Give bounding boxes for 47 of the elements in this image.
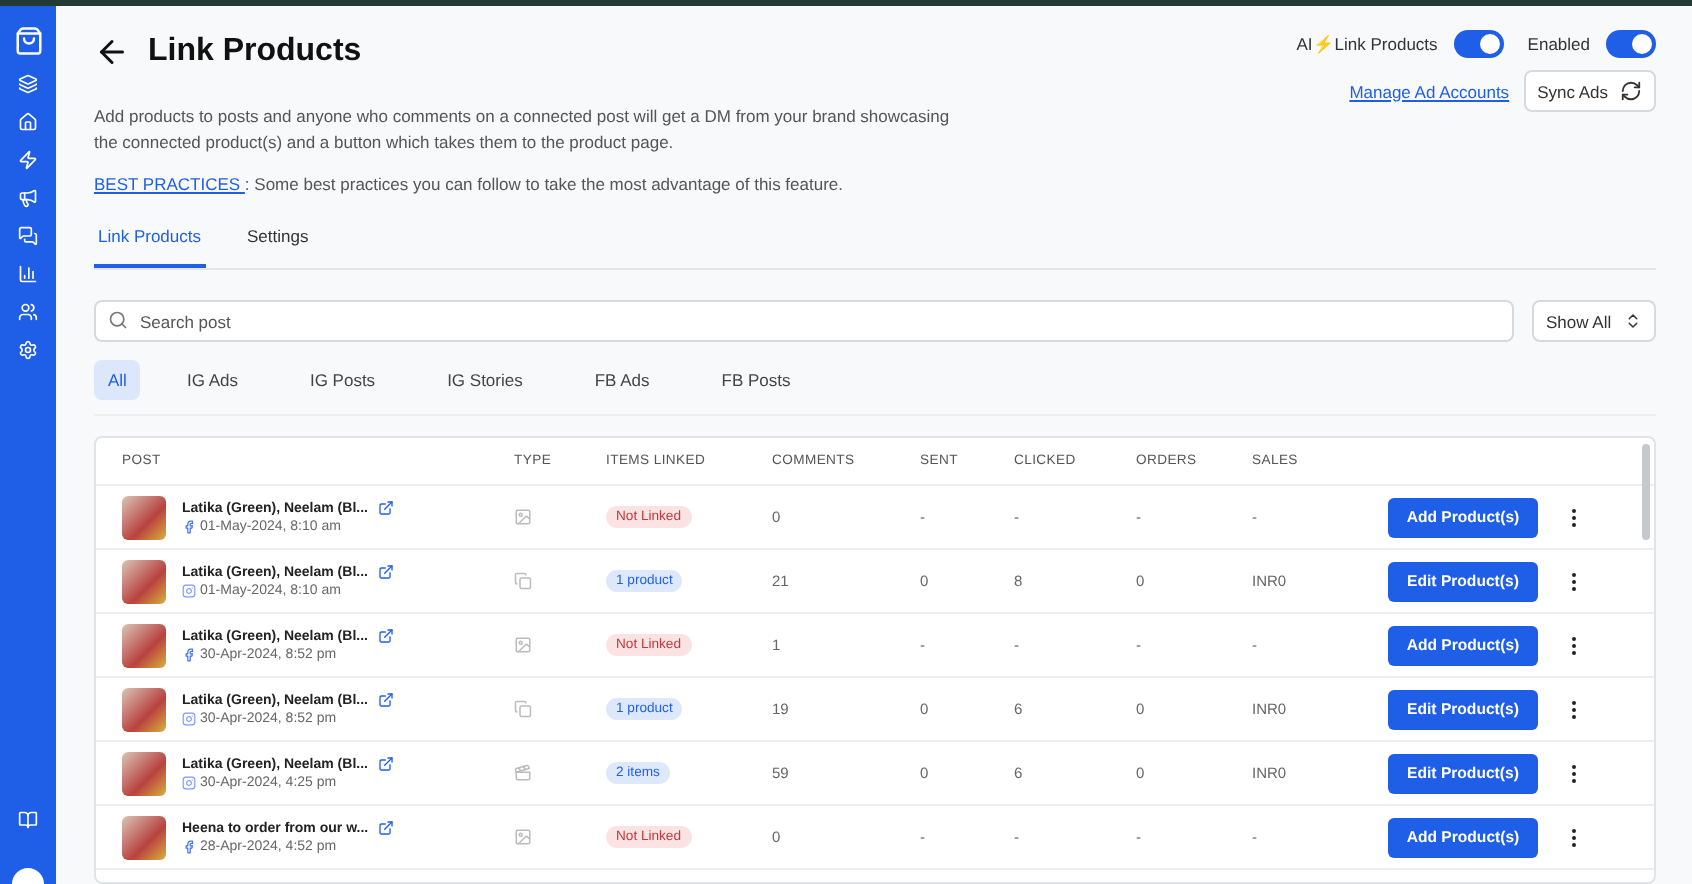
photo-placeholder (122, 815, 166, 859)
tab[interactable]: Settings (243, 216, 313, 268)
search-icon (108, 310, 128, 330)
settings-icon[interactable] (18, 340, 38, 360)
toggle-label: Enabled (1527, 34, 1590, 54)
logo-icon[interactable] (13, 26, 43, 56)
toggle-label: AI⚡Link Products (1296, 34, 1438, 54)
description-text: Add products to posts and anyone who comments on a connected post will get a DM from your brand showcasing the connected product(s) and a button which takes them to the product page. (94, 104, 952, 156)
best-practices-link[interactable]: BEST PRACTICES (94, 174, 245, 194)
chat-icon[interactable] (18, 226, 38, 246)
photo-placeholder (122, 495, 166, 539)
filter-tab[interactable]: IG Stories (433, 360, 537, 400)
photo-placeholder (122, 687, 166, 731)
filter-tab[interactable]: FB Ads (580, 360, 664, 400)
home-icon[interactable] (18, 112, 38, 132)
photo-placeholder (122, 623, 166, 667)
external-link-icon[interactable] (377, 692, 394, 708)
users-icon[interactable] (18, 302, 38, 322)
lightning-icon[interactable] (18, 150, 38, 170)
external-link-icon[interactable] (377, 628, 394, 644)
toggle-switch[interactable] (1606, 30, 1656, 58)
scrollbar[interactable] (1642, 444, 1650, 540)
search-field[interactable]: Search post (94, 300, 1514, 342)
layers-icon[interactable] (18, 74, 38, 94)
photo-placeholder (122, 751, 166, 795)
filter-tab[interactable]: All (94, 360, 141, 400)
show-all-select[interactable]: Show All (1532, 300, 1656, 342)
external-link-icon[interactable] (377, 500, 394, 516)
external-link-icon[interactable] (377, 564, 394, 580)
toggle-switch[interactable] (1453, 30, 1504, 58)
external-link-icon[interactable] (378, 820, 395, 836)
megaphone-icon[interactable] (18, 188, 38, 208)
best-practices-text: BEST PRACTICES : Some best practices you can follow to take the most advantage of this feature. (94, 174, 846, 194)
back-arrow-icon[interactable] (94, 34, 130, 70)
book-icon[interactable] (18, 810, 38, 830)
filter-tab[interactable]: IG Ads (172, 360, 252, 400)
manage-ad-accounts-link[interactable]: Manage Ad Accounts (1349, 81, 1510, 101)
refresh-icon (1620, 80, 1642, 102)
sync-ads-button[interactable]: Sync Ads (1523, 70, 1656, 112)
page-title: Link Products (148, 34, 362, 70)
external-link-icon[interactable] (377, 756, 394, 772)
photo-placeholder (122, 559, 166, 603)
chevrons-icon (1624, 312, 1642, 330)
filter-tab[interactable]: IG Posts (295, 360, 390, 400)
tab[interactable]: Link Products (94, 216, 205, 268)
bar-chart-icon[interactable] (18, 264, 38, 284)
filter-tab[interactable]: FB Posts (707, 360, 805, 400)
